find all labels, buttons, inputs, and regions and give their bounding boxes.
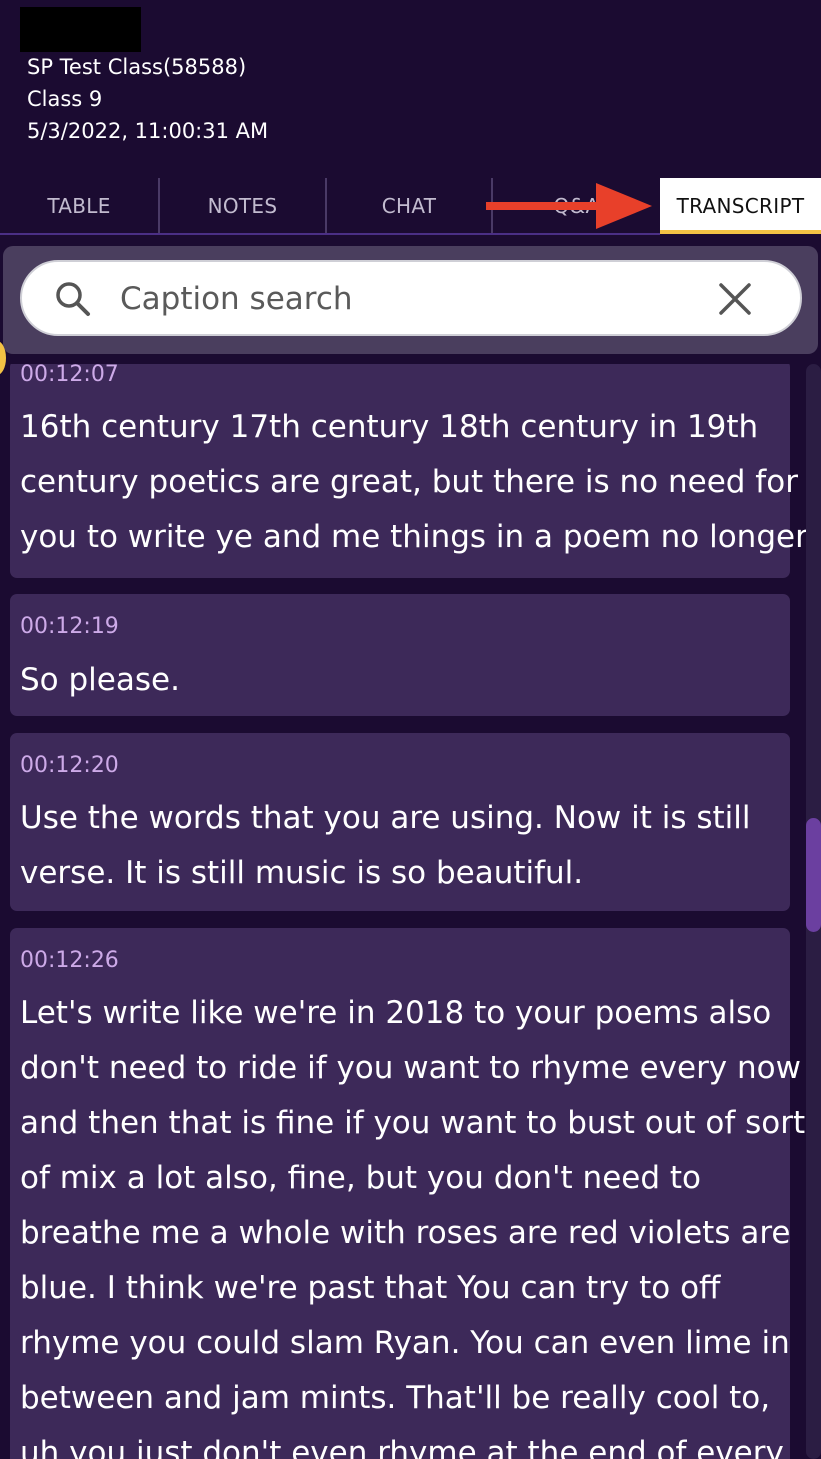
search-icon (56, 282, 90, 316)
caption-text: Use the words that you are using. Now it… (20, 800, 751, 891)
tab-transcript[interactable]: TRANSCRIPT (660, 178, 821, 234)
tab-notes[interactable]: NOTES (160, 178, 327, 234)
tab-table[interactable]: TABLE (0, 178, 160, 234)
close-icon[interactable] (716, 280, 754, 318)
caption-search-input[interactable] (118, 274, 682, 324)
class-header: SP Test Class(58588) Class 9 5/3/2022, 1… (0, 0, 821, 178)
transcript-entry: 00:12:26 Let's write like we're in 2018 … (10, 928, 806, 1459)
redacted-block (20, 7, 141, 52)
timestamp: 00:12:20 (20, 753, 119, 778)
tab-bar-divider (0, 233, 660, 235)
transcript-entry: 00:12:20 Use the words that you are usin… (10, 733, 790, 911)
transcript-list: 00:12:07 16th century 17th century 18th … (0, 364, 821, 1459)
class-datetime: 5/3/2022, 11:00:31 AM (27, 119, 269, 143)
class-number: Class 9 (27, 87, 103, 111)
caption-text: Let's write like we're in 2018 to your p… (20, 995, 806, 1459)
transcript-entry: 00:12:07 16th century 17th century 18th … (10, 364, 808, 578)
red-arrow-icon (486, 183, 652, 229)
caption-search-panel (3, 246, 818, 354)
transcript-entry: 00:12:19 So please. (10, 594, 790, 716)
timestamp: 00:12:19 (20, 614, 119, 639)
caption-search-box (20, 260, 802, 336)
tab-chat[interactable]: CHAT (327, 178, 493, 234)
timestamp: 00:12:07 (20, 364, 119, 387)
caption-text: So please. (20, 662, 180, 698)
timestamp: 00:12:26 (20, 948, 119, 973)
tab-bar: TABLE NOTES CHAT Q&A TRANSCRIPT (0, 178, 821, 234)
scrollbar-thumb[interactable] (806, 818, 821, 932)
caption-text: 16th century 17th century 18th century i… (20, 409, 808, 555)
class-name: SP Test Class(58588) (27, 55, 247, 79)
